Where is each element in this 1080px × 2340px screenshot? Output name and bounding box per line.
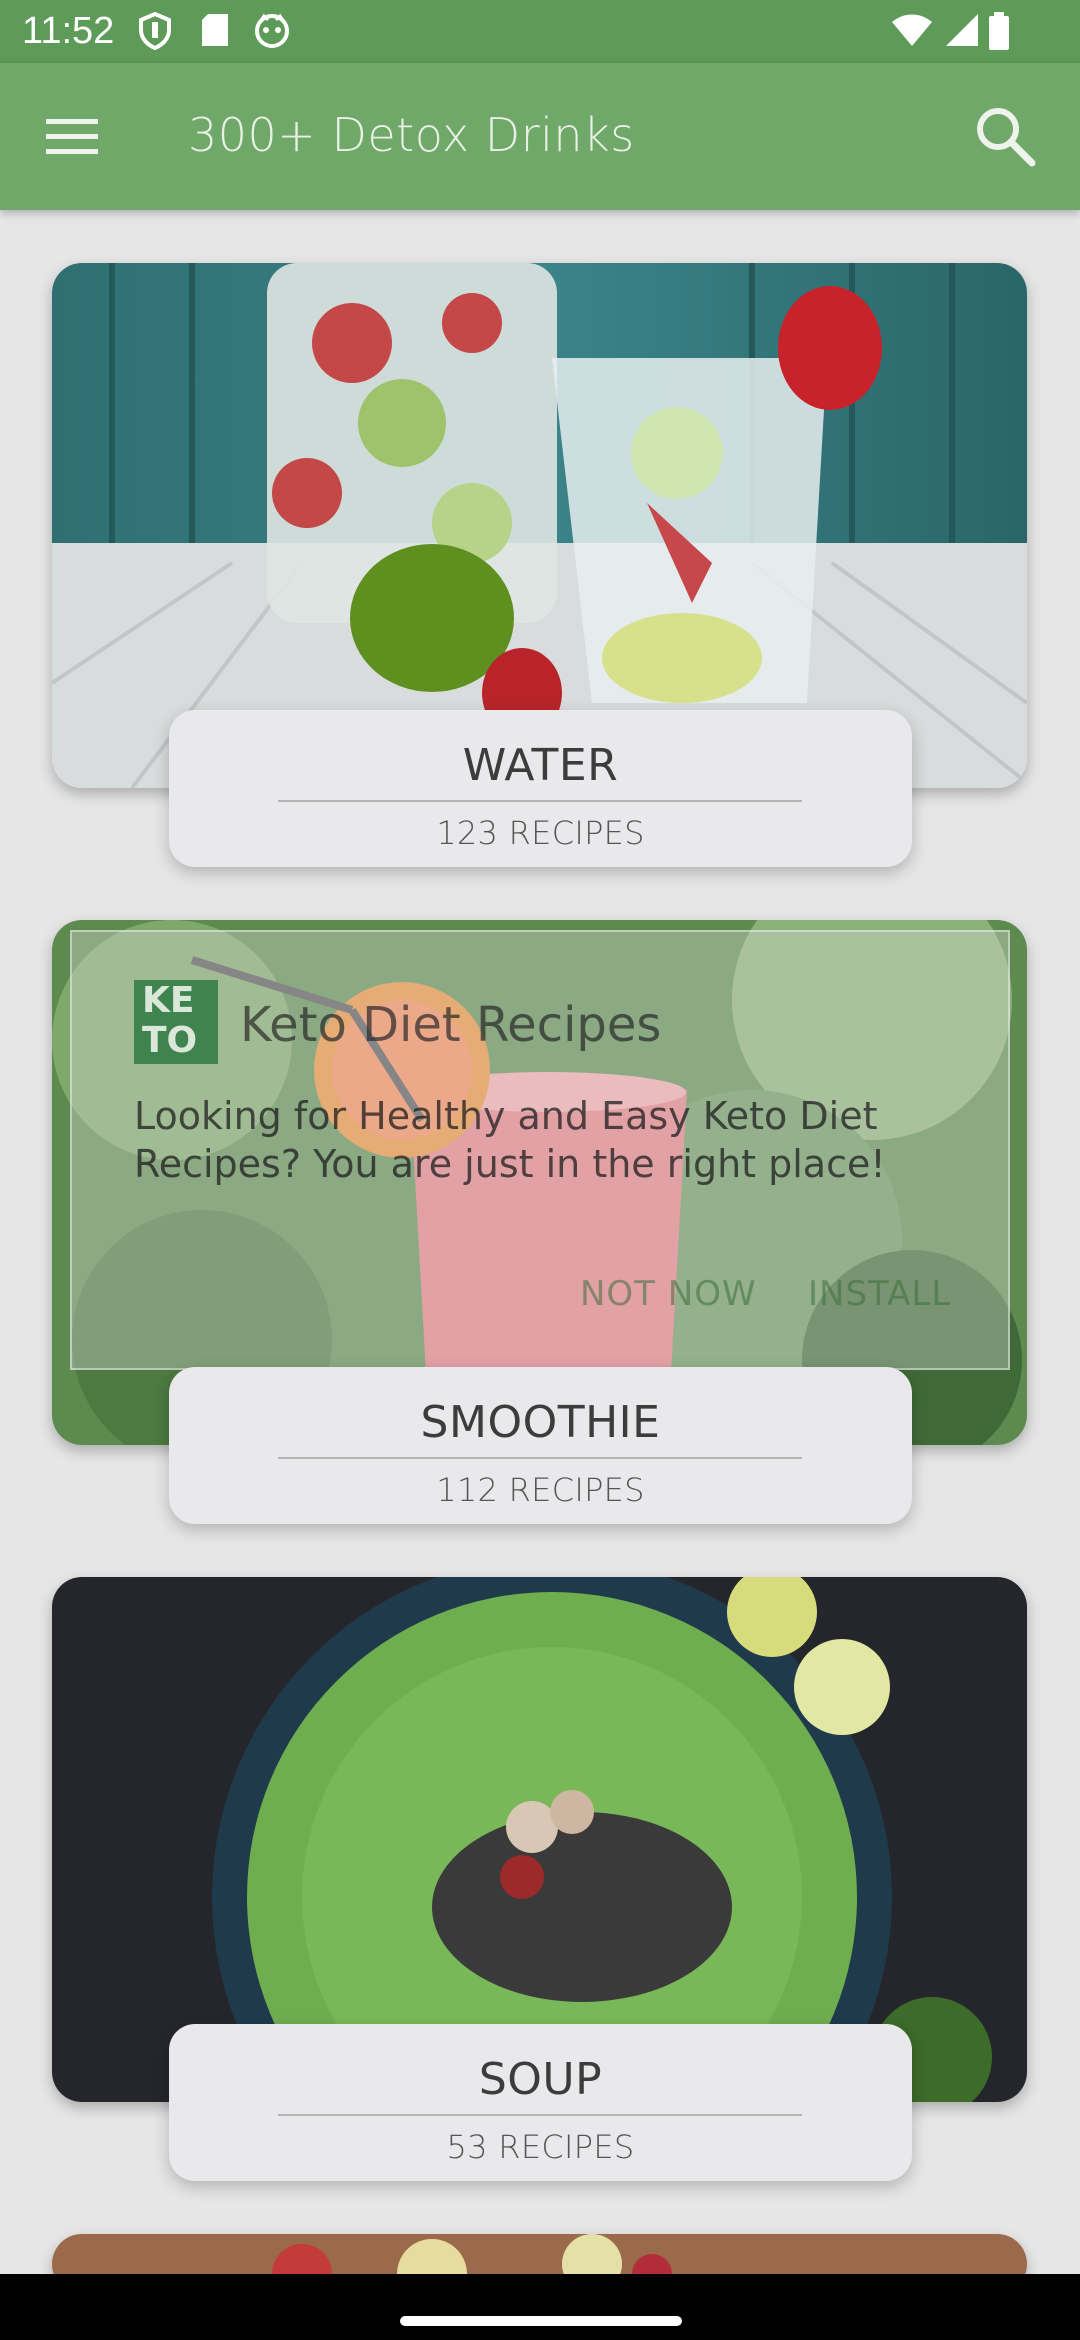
- category-name: SMOOTHIE: [420, 1397, 661, 1448]
- ad-title: Keto Diet Recipes: [240, 997, 662, 1053]
- app-bar: 300+ Detox Drinks: [0, 63, 1080, 210]
- category-name: WATER: [462, 740, 619, 791]
- home-gesture-handle[interactable]: [400, 2316, 682, 2326]
- shield-icon: [139, 12, 171, 50]
- install-ad-dialog: KE TO Keto Diet Recipes Looking for Heal…: [70, 930, 1010, 1370]
- keto-logo: KE TO: [134, 980, 218, 1064]
- wifi-icon: [892, 14, 932, 46]
- category-count: 53 RECIPES: [446, 2128, 635, 2166]
- search-icon[interactable]: [972, 103, 1038, 169]
- category-name: SOUP: [478, 2054, 603, 2105]
- menu-icon[interactable]: [46, 117, 98, 157]
- app-title: 300+ Detox Drinks: [188, 108, 635, 162]
- battery-icon: [989, 12, 1009, 50]
- sd-card-icon: [202, 14, 228, 46]
- face-icon: [255, 13, 289, 48]
- navigation-bar: [0, 2274, 1080, 2340]
- install-button[interactable]: INSTALL: [808, 1274, 951, 1314]
- divider: [278, 1457, 802, 1459]
- category-count: 123 RECIPES: [436, 814, 645, 852]
- category-label-soup[interactable]: SOUP 53 RECIPES: [169, 2024, 912, 2181]
- signal-icon: [946, 14, 978, 46]
- status-time: 11:52: [22, 10, 115, 52]
- category-label-water[interactable]: WATER 123 RECIPES: [169, 710, 912, 867]
- divider: [278, 800, 802, 802]
- ad-description: Looking for Healthy and Easy Keto Diet R…: [134, 1094, 886, 1186]
- not-now-button[interactable]: NOT NOW: [580, 1274, 757, 1314]
- category-label-smoothie[interactable]: SMOOTHIE 112 RECIPES: [169, 1367, 912, 1524]
- category-count: 112 RECIPES: [436, 1471, 645, 1509]
- status-bar: 11:52: [0, 0, 1080, 63]
- divider: [278, 2114, 802, 2116]
